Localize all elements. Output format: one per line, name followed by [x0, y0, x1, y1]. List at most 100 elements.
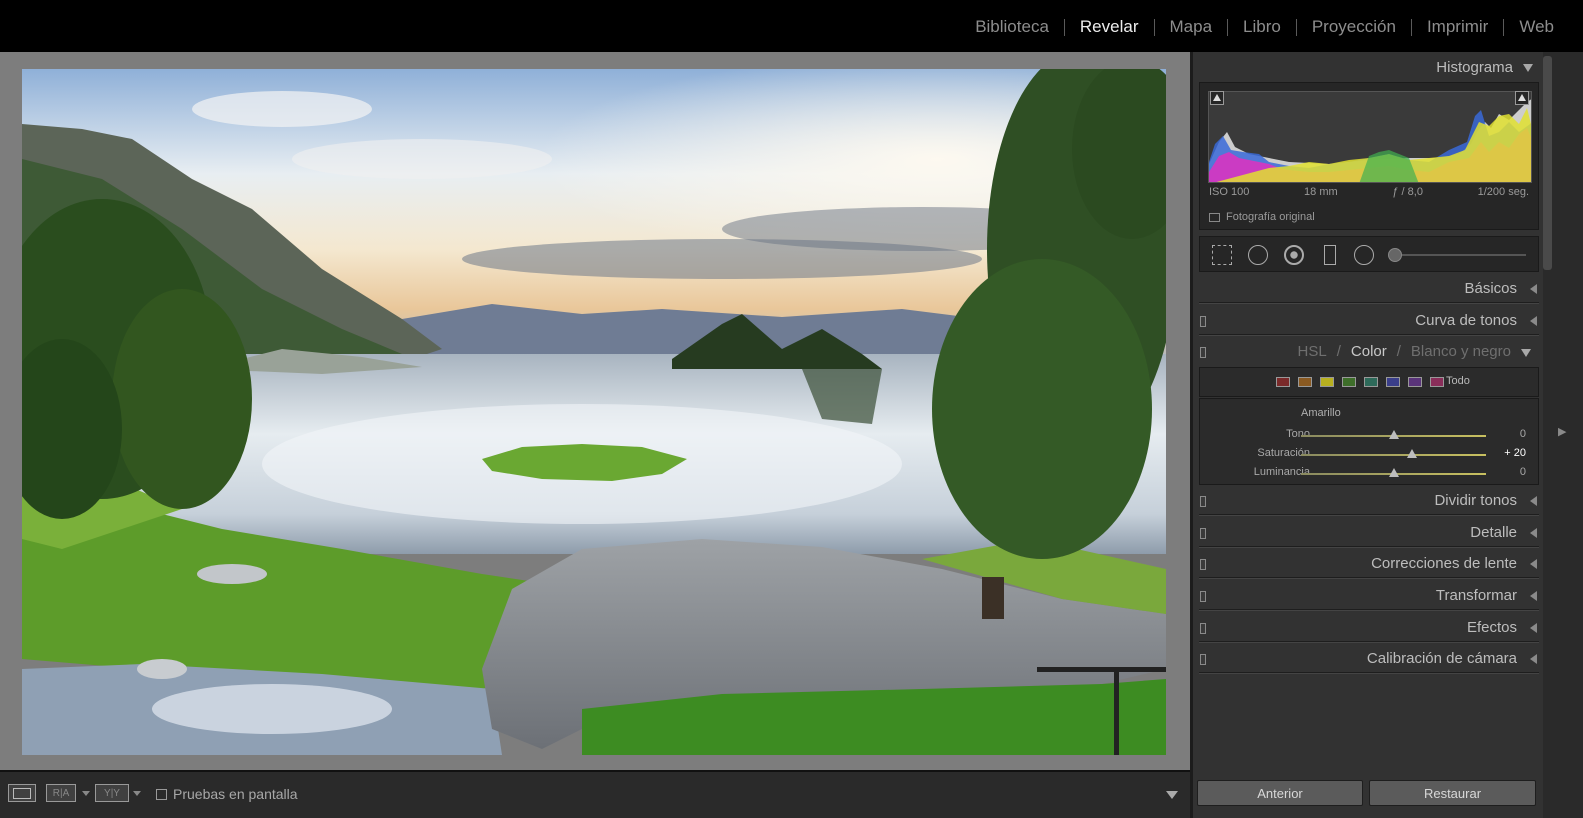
- swatch-yellow[interactable]: [1320, 377, 1334, 387]
- red-eye-icon[interactable]: [1284, 245, 1304, 265]
- spot-removal-icon[interactable]: [1248, 245, 1268, 265]
- panel-enable-switch[interactable]: [1200, 347, 1206, 358]
- adjustment-brush-icon[interactable]: [1388, 248, 1402, 262]
- module-list: Biblioteca Revelar Mapa Libro Proyección…: [960, 17, 1569, 37]
- image-work-area: [0, 52, 1190, 770]
- color-sliders-panel: Amarillo Tono 0 Saturación + 20 Luminanc…: [1199, 398, 1539, 485]
- hsl-tab-group: HSL / Color / Blanco y negro: [1298, 343, 1511, 360]
- section-correcciones-de-lente[interactable]: Correcciones de lente: [1199, 549, 1539, 579]
- slider-row-saturacion: Saturación + 20: [1200, 446, 1540, 464]
- exif-focal-length: 18 mm: [1304, 186, 1338, 198]
- exif-iso: ISO 100: [1209, 186, 1250, 198]
- tab-hsl[interactable]: HSL: [1298, 343, 1327, 360]
- module-picker-bar: Biblioteca Revelar Mapa Libro Proyección…: [0, 0, 1583, 52]
- panel-enable-switch[interactable]: [1200, 623, 1206, 634]
- selected-color-label: Amarillo: [1301, 407, 1341, 419]
- chevron-down-icon[interactable]: [82, 791, 90, 796]
- graduated-filter-icon[interactable]: [1324, 245, 1336, 265]
- section-detalle[interactable]: Detalle: [1199, 518, 1539, 548]
- module-biblioteca[interactable]: Biblioteca: [960, 17, 1064, 37]
- before-after-ra-label: R|A: [52, 787, 70, 799]
- swatch-aqua[interactable]: [1364, 377, 1378, 387]
- tab-color[interactable]: Color: [1351, 343, 1387, 360]
- soft-proofing-toggle[interactable]: Pruebas en pantalla: [156, 786, 298, 802]
- slider-label: Tono: [1286, 428, 1310, 440]
- slider-value[interactable]: + 20: [1504, 447, 1526, 459]
- swatch-magenta[interactable]: [1430, 377, 1444, 387]
- swatch-blue[interactable]: [1386, 377, 1400, 387]
- swatch-all-label[interactable]: Todo: [1446, 375, 1470, 387]
- slider-track[interactable]: [1301, 454, 1486, 456]
- section-basicos[interactable]: Básicos: [1199, 274, 1539, 304]
- brush-slider-track[interactable]: [1402, 254, 1526, 256]
- landscape-photo[interactable]: [22, 69, 1166, 755]
- section-efectos-title: Efectos: [1466, 619, 1517, 636]
- module-imprimir[interactable]: Imprimir: [1412, 17, 1503, 37]
- panel-enable-switch[interactable]: [1200, 316, 1206, 327]
- histogram-header[interactable]: Histograma: [1436, 59, 1533, 76]
- highlight-clipping-toggle[interactable]: [1515, 91, 1529, 105]
- original-photo-label: Fotografía original: [1226, 211, 1315, 223]
- soft-proofing-checkbox[interactable]: [156, 788, 167, 800]
- section-basicos-title: Básicos: [1464, 280, 1517, 297]
- original-photo-checkbox[interactable]: [1209, 212, 1220, 222]
- swatch-purple[interactable]: [1408, 377, 1422, 387]
- swatch-red[interactable]: [1276, 377, 1290, 387]
- slider-row-tono: Tono 0: [1200, 427, 1540, 445]
- previous-button[interactable]: Anterior: [1197, 780, 1363, 806]
- panel-enable-switch[interactable]: [1200, 559, 1206, 570]
- reset-button[interactable]: Restaurar: [1369, 780, 1536, 806]
- slider-thumb[interactable]: [1388, 468, 1399, 477]
- slider-value[interactable]: 0: [1520, 428, 1526, 440]
- histogram-panel: ISO 100 18 mm ƒ / 8,0 1/200 seg. Fotogra…: [1199, 82, 1539, 230]
- swatch-orange[interactable]: [1298, 377, 1312, 387]
- section-transformar-title: Transformar: [1435, 587, 1517, 604]
- histogram-graph[interactable]: [1208, 91, 1532, 183]
- module-libro[interactable]: Libro: [1228, 17, 1296, 37]
- module-mapa[interactable]: Mapa: [1155, 17, 1228, 37]
- tab-separator: /: [1396, 343, 1401, 360]
- module-web[interactable]: Web: [1504, 17, 1569, 37]
- panel-enable-switch[interactable]: [1200, 496, 1206, 507]
- section-curva-title: Curva de tonos: [1415, 312, 1517, 329]
- chevron-down-icon[interactable]: [133, 791, 141, 796]
- single-view-icon: [13, 787, 31, 799]
- color-swatch-bar: Todo: [1199, 367, 1539, 397]
- slider-value[interactable]: 0: [1520, 466, 1526, 478]
- section-transformar[interactable]: Transformar: [1199, 581, 1539, 611]
- swatch-green[interactable]: [1342, 377, 1356, 387]
- section-divider: [1199, 546, 1539, 548]
- section-detalle-title: Detalle: [1470, 524, 1517, 541]
- panel-enable-switch[interactable]: [1200, 528, 1206, 539]
- panel-enable-switch[interactable]: [1200, 654, 1206, 665]
- section-efectos[interactable]: Efectos: [1199, 613, 1539, 643]
- module-proyeccion[interactable]: Proyección: [1297, 17, 1411, 37]
- slider-thumb[interactable]: [1388, 430, 1399, 439]
- slider-label: Saturación: [1257, 447, 1310, 459]
- before-after-ra-button[interactable]: R|A: [46, 784, 76, 802]
- section-curva-de-tonos[interactable]: Curva de tonos: [1199, 306, 1539, 336]
- toolbar-content-menu-icon[interactable]: [1166, 791, 1178, 799]
- section-dividir-tonos[interactable]: Dividir tonos: [1199, 486, 1539, 516]
- collapse-left-triangle-icon: [1530, 591, 1537, 601]
- panel-expand-arrow-icon[interactable]: ▶: [1558, 425, 1566, 438]
- module-revelar[interactable]: Revelar: [1065, 17, 1154, 37]
- section-divider: [1199, 609, 1539, 611]
- loupe-view-button[interactable]: [8, 784, 36, 802]
- original-photo-toggle[interactable]: Fotografía original: [1209, 211, 1315, 223]
- slider-thumb[interactable]: [1407, 449, 1417, 458]
- exif-aperture: ƒ / 8,0: [1392, 186, 1423, 198]
- shadow-clipping-toggle[interactable]: [1210, 91, 1224, 105]
- radial-filter-icon[interactable]: [1354, 245, 1374, 265]
- before-after-yy-button[interactable]: Y|Y: [95, 784, 129, 802]
- crop-overlay-icon[interactable]: [1212, 245, 1232, 265]
- collapse-left-triangle-icon: [1530, 654, 1537, 664]
- right-panel-scrollbar[interactable]: [1543, 56, 1552, 270]
- tab-blanco-y-negro[interactable]: Blanco y negro: [1411, 343, 1511, 360]
- section-calibracion-de-camara[interactable]: Calibración de cámara: [1199, 644, 1539, 674]
- landscape-photo-image: [22, 69, 1166, 755]
- panel-enable-switch[interactable]: [1200, 591, 1206, 602]
- slider-label: Luminancia: [1253, 466, 1310, 478]
- collapse-triangle-icon[interactable]: [1521, 349, 1531, 357]
- soft-proofing-label: Pruebas en pantalla: [173, 786, 298, 802]
